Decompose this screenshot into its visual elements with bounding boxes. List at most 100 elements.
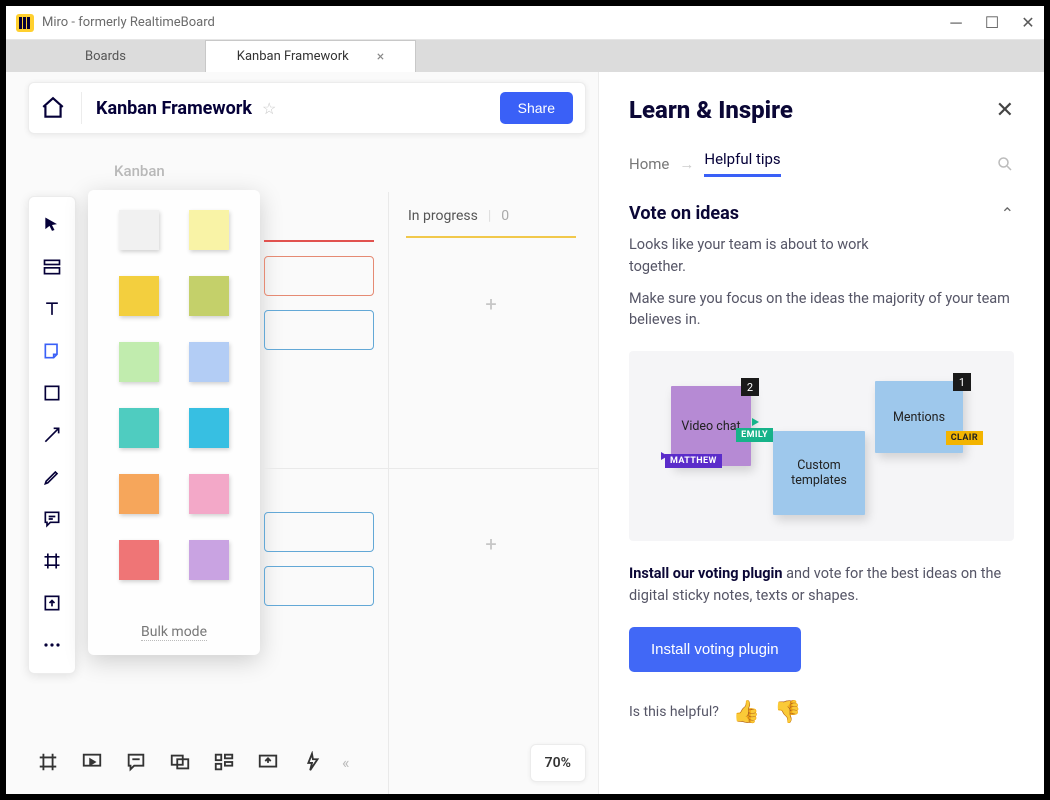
select-tool-icon[interactable] — [32, 205, 72, 245]
kanban-card[interactable] — [264, 256, 374, 296]
more-tools-icon[interactable] — [32, 625, 72, 665]
nav-helpful-tips[interactable]: Helpful tips — [704, 150, 780, 177]
add-card-button[interactable]: + — [406, 524, 576, 564]
chevron-up-icon[interactable]: ⌃ — [1001, 204, 1014, 223]
illus-note-label: Video chat — [681, 419, 740, 434]
color-swatch[interactable] — [189, 540, 229, 580]
color-swatch[interactable] — [189, 342, 229, 382]
left-toolbar — [28, 196, 76, 674]
window-close-icon[interactable]: ✕ — [1020, 15, 1036, 31]
collapse-toolbar-icon[interactable]: « — [342, 753, 350, 772]
nav-home[interactable]: Home — [629, 155, 669, 173]
illus-note-mentions: Mentions 1 CLAIR — [875, 381, 963, 453]
star-icon[interactable]: ☆ — [262, 99, 276, 118]
sticky-color-popover: Bulk mode — [88, 190, 260, 655]
column-divider — [388, 192, 389, 794]
vote-count-badge: 1 — [953, 373, 971, 391]
learn-inspire-panel: Learn & Inspire ✕ Home → Helpful tips Vo… — [598, 72, 1044, 794]
bulk-mode-link[interactable]: Bulk mode — [141, 624, 207, 641]
chat-icon[interactable] — [160, 742, 200, 782]
panel-close-icon[interactable]: ✕ — [996, 98, 1014, 123]
section-title: Vote on ideas — [629, 203, 739, 224]
vote-count-badge: 2 — [741, 378, 759, 396]
titlebar: Miro - formerly RealtimeBoard ─ ☐ ✕ — [6, 6, 1044, 40]
color-swatch[interactable] — [189, 276, 229, 316]
install-voting-plugin-button[interactable]: Install voting plugin — [629, 627, 801, 672]
tab-strip: Boards Kanban Framework × — [6, 40, 1044, 72]
color-swatch[interactable] — [189, 408, 229, 448]
color-swatch[interactable] — [119, 540, 159, 580]
section-paragraph-1: Looks like your team is about to work to… — [629, 234, 879, 278]
column-label: In progress — [408, 208, 478, 224]
board-header: Kanban Framework ☆ Share — [28, 82, 586, 134]
color-swatch[interactable] — [119, 210, 159, 250]
color-swatch[interactable] — [189, 474, 229, 514]
pen-tool-icon[interactable] — [32, 457, 72, 497]
home-icon[interactable] — [39, 94, 67, 122]
zoom-level[interactable]: 70% — [530, 744, 586, 782]
install-paragraph: Install our voting plugin and vote for t… — [629, 563, 1014, 607]
kanban-card[interactable] — [264, 310, 374, 350]
screenshare-icon[interactable] — [248, 742, 288, 782]
tab-active-label: Kanban Framework — [237, 49, 349, 64]
color-swatch[interactable] — [119, 342, 159, 382]
separator — [81, 92, 82, 124]
tab-kanban-framework[interactable]: Kanban Framework × — [206, 40, 416, 72]
helpful-question: Is this helpful? — [629, 704, 719, 720]
present-icon[interactable] — [72, 742, 112, 782]
column-header-in-progress[interactable]: In progress | 0 — [406, 206, 576, 232]
comment-tool-icon[interactable] — [32, 499, 72, 539]
column-divider-yellow — [406, 236, 576, 238]
user-tag-emily: EMILY — [736, 428, 773, 442]
voting-illustration: Video chat 2 EMILY MATTHEW Custom templa… — [629, 351, 1014, 541]
kanban-group-label: Kanban — [114, 162, 165, 180]
add-card-button[interactable]: + — [406, 284, 576, 324]
activity-icon[interactable] — [292, 742, 332, 782]
install-bold: Install our voting plugin — [629, 565, 783, 582]
canvas[interactable]: Kanban Framework ☆ Share Kanban — [6, 72, 598, 794]
illus-note-label: Custom templates — [779, 458, 859, 488]
tab-boards[interactable]: Boards — [6, 40, 206, 72]
user-tag-matthew: MATTHEW — [665, 454, 722, 468]
thumbs-down-icon[interactable]: 👎 — [774, 700, 801, 725]
cursor-icon — [661, 452, 668, 460]
illus-note-label: Mentions — [893, 410, 945, 425]
window-title: Miro - formerly RealtimeBoard — [42, 15, 215, 30]
tab-boards-label: Boards — [85, 49, 126, 64]
bottom-toolbar: « — [28, 742, 350, 782]
user-tag-clair: CLAIR — [946, 431, 983, 445]
color-swatch[interactable] — [189, 210, 229, 250]
window-maximize-icon[interactable]: ☐ — [984, 15, 1000, 31]
panel-breadcrumb: Home → Helpful tips — [629, 150, 1014, 177]
cursor-icon — [752, 418, 759, 426]
share-button[interactable]: Share — [500, 92, 573, 124]
illus-note-custom: Custom templates — [773, 431, 865, 515]
cards-icon[interactable] — [204, 742, 244, 782]
color-swatch[interactable] — [119, 276, 159, 316]
templates-tool-icon[interactable] — [32, 247, 72, 287]
thumbs-up-icon[interactable]: 👍 — [733, 700, 760, 725]
tab-close-icon[interactable]: × — [377, 49, 384, 65]
arrow-tool-icon[interactable] — [32, 415, 72, 455]
panel-title: Learn & Inspire — [629, 96, 793, 124]
row-divider — [264, 468, 598, 469]
sticky-note-tool-icon[interactable] — [32, 331, 72, 371]
board-title[interactable]: Kanban Framework — [96, 98, 252, 119]
frames-icon[interactable] — [28, 742, 68, 782]
color-swatch[interactable] — [119, 408, 159, 448]
column-divider-red — [264, 240, 374, 242]
color-swatch[interactable] — [119, 474, 159, 514]
miro-logo-icon — [16, 14, 34, 32]
illus-note-video: Video chat 2 EMILY MATTHEW — [671, 386, 751, 466]
comments-icon[interactable] — [116, 742, 156, 782]
section-paragraph-2: Make sure you focus on the ideas the maj… — [629, 288, 1014, 332]
shape-tool-icon[interactable] — [32, 373, 72, 413]
kanban-card[interactable] — [264, 512, 374, 552]
text-tool-icon[interactable] — [32, 289, 72, 329]
window-minimize-icon[interactable]: ─ — [948, 15, 964, 31]
frame-tool-icon[interactable] — [32, 541, 72, 581]
column-count: 0 — [501, 208, 509, 224]
kanban-card[interactable] — [264, 566, 374, 606]
upload-tool-icon[interactable] — [32, 583, 72, 623]
search-icon[interactable] — [996, 155, 1014, 173]
